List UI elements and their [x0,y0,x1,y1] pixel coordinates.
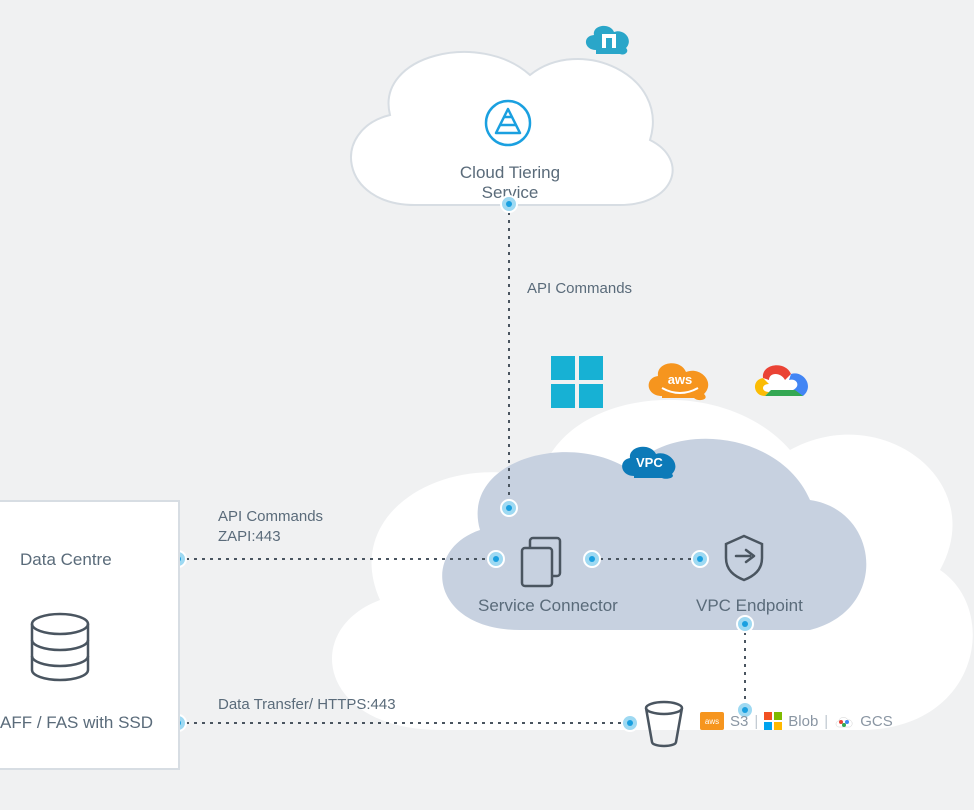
azure-icon [545,350,609,414]
aws-icon: aws [640,350,720,406]
vpc-endpoint-label: VPC Endpoint [696,596,803,616]
data-transfer-label: Data Transfer/ HTTPS:443 [218,696,396,713]
service-connector-label: Service Connector [478,596,618,616]
storage-disk-icon [24,610,96,690]
svg-text:aws: aws [668,372,693,387]
sep-1: | [754,713,758,730]
bucket-icon [640,698,688,750]
storage-targets: aws S3 | Blob | GCS [700,712,893,730]
gcp-icon [745,348,817,408]
vpc-badge-label: VPC [636,455,663,470]
api-commands-vertical-label: API Commands [527,280,632,297]
vpc-endpoint-icon [716,528,772,584]
microsoft-small-icon [764,712,782,730]
aff-fas-label: AFF / FAS with SSD [0,713,153,733]
api-zapi-label-1: API Commands [218,508,323,525]
sep-2: | [824,713,828,730]
service-connector-icon [512,528,574,590]
svg-text:aws: aws [705,717,719,726]
gcs-label: GCS [860,713,893,730]
aws-small-icon: aws [700,712,724,730]
blob-label: Blob [788,713,818,730]
s3-label: S3 [730,713,748,730]
gcp-small-icon [834,713,854,729]
api-zapi-label-2: ZAPI:443 [218,528,281,545]
data-centre-title: Data Centre [20,550,112,570]
